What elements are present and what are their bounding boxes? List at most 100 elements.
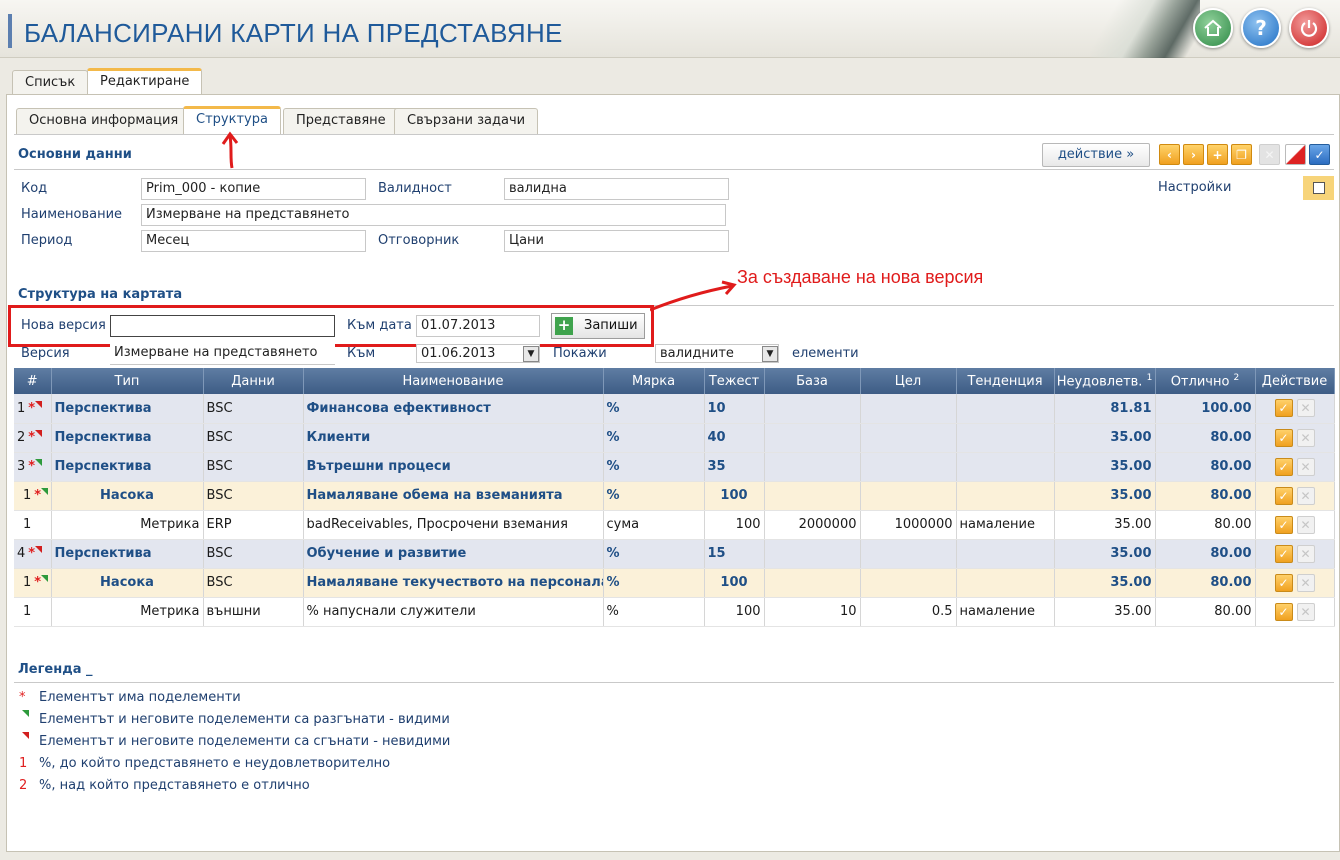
show-dropdown-arrow-icon[interactable]: ▼ [762, 346, 778, 362]
annotation-pointer-icon [650, 280, 737, 312]
code-field[interactable]: Prim_000 - копие [141, 178, 366, 200]
cell-type: Метрика [51, 597, 204, 627]
delete-icon[interactable]: ✕ [1296, 544, 1315, 563]
tab-list[interactable]: Списък [12, 70, 89, 96]
edit-icon[interactable]: ✓ [1274, 515, 1293, 534]
legend-text: Елементът и неговите поделементи са сгън… [39, 734, 451, 749]
edit-icon[interactable]: ✓ [1274, 428, 1293, 447]
settings-checkbox[interactable] [1313, 182, 1325, 194]
delete-icon[interactable]: ✕ [1296, 602, 1315, 621]
home-icon[interactable] [1193, 8, 1233, 48]
col-header-num[interactable]: # [14, 368, 52, 394]
col-header-data[interactable]: Данни [203, 368, 304, 394]
edit-icon[interactable]: ✓ [1274, 602, 1293, 621]
app-title: БАЛАНСИРАНИ КАРТИ НА ПРЕДСТАВЯНЕ [24, 18, 563, 48]
table-row[interactable]: 3 * Перспектива BSC Вътрешни процеси% 35 35.00… [14, 452, 1335, 482]
col-header-unit[interactable]: Мярка [603, 368, 705, 394]
add-icon[interactable]: + [1207, 144, 1228, 165]
green-flag-icon[interactable] [41, 575, 49, 582]
col-header-target[interactable]: Цел [860, 368, 957, 394]
red-flag-icon[interactable] [35, 400, 43, 408]
cell-excellent: 80.00 [1155, 597, 1256, 627]
cell-num: 1 * [14, 568, 52, 598]
help-icon[interactable]: ? [1241, 8, 1281, 48]
green-flag-icon[interactable] [35, 459, 43, 466]
copy-icon[interactable]: ❐ [1231, 144, 1252, 165]
cell-excellent: 80.00 [1155, 539, 1256, 569]
to-select[interactable]: 01.06.2013 [416, 344, 540, 363]
col-header-type[interactable]: Тип [51, 368, 204, 394]
col-header-name[interactable]: Наименование [303, 368, 604, 394]
subtab-performance[interactable]: Представяне [283, 108, 399, 134]
next-icon[interactable]: › [1183, 144, 1204, 165]
cell-type: Перспектива [51, 423, 204, 453]
subtab-basic-info[interactable]: Основна информация [16, 108, 192, 134]
delete-icon[interactable]: ✕ [1296, 428, 1315, 447]
cell-target: 1000000 [860, 510, 957, 540]
cell-name[interactable]: Вътрешни процеси [303, 452, 604, 482]
row-number: 1 [17, 400, 26, 416]
delete-icon[interactable]: ✕ [1296, 486, 1315, 505]
to-dropdown-arrow-icon[interactable]: ▼ [523, 346, 539, 362]
green-flag-icon[interactable] [41, 488, 49, 495]
col-header-weight[interactable]: Тежест [704, 368, 765, 394]
subtab-related-tasks[interactable]: Свързани задачи [394, 108, 539, 134]
col-header-unsatisfactory[interactable]: Неудовлетв. 1 [1054, 368, 1156, 394]
table-row[interactable]: 2 * Перспектива BSC Клиенти% 40 35.00 80.00 ✓ ✕ [14, 423, 1335, 453]
cell-name[interactable]: Обучение и развитие [303, 539, 604, 569]
legend-text: %, над който представянето е отлично [39, 778, 310, 793]
col-header-base[interactable]: База [764, 368, 861, 394]
delete-icon[interactable]: ✕ [1296, 573, 1315, 592]
edit-icon[interactable]: ✓ [1274, 573, 1293, 592]
show-select[interactable]: валидните [655, 344, 779, 363]
table-row[interactable]: 1 * Насока BSC Намаляване обема на вземаният… [14, 481, 1335, 511]
section-title-basic: Основни данни [18, 147, 132, 162]
power-icon[interactable] [1289, 8, 1329, 48]
table-row[interactable]: 1 * Перспектива BSC Финансова ефективност% 10… [14, 394, 1335, 424]
table-row[interactable]: 1 * Насока BSC Намаляване текучеството на пе… [14, 568, 1335, 598]
table-row[interactable]: 1 Метрика ERP badReceivables, Просрочени вз… [14, 510, 1335, 540]
col-header-trend[interactable]: Тенденция [956, 368, 1055, 394]
red-flag-icon[interactable] [35, 546, 43, 553]
col-header-excellent[interactable]: Отлично 2 [1155, 368, 1256, 394]
edit-icon[interactable]: ✓ [1274, 486, 1293, 505]
cell-target: 0.5 [860, 597, 957, 627]
table-row[interactable]: 1 Метрика външни% напуснали служители% 100 1… [14, 597, 1335, 627]
row-number: 1 [23, 517, 32, 532]
to-date-input[interactable]: 01.07.2013 [416, 315, 540, 337]
cancel-icon[interactable] [1285, 144, 1306, 165]
edit-icon[interactable]: ✓ [1274, 399, 1293, 418]
row-number: 1 [23, 604, 32, 619]
tab-edit[interactable]: Редактиране [87, 68, 203, 96]
new-version-input[interactable] [110, 315, 335, 337]
settings-toggle[interactable] [1303, 176, 1334, 200]
cell-name[interactable]: Финансова ефективност [303, 394, 604, 424]
save-button[interactable]: + Запиши [551, 313, 645, 339]
annotation-arrow-icon [221, 131, 239, 169]
name-field[interactable]: Измерване на представянето [141, 204, 726, 226]
edit-icon[interactable]: ✓ [1274, 544, 1293, 563]
edit-icon[interactable]: ✓ [1274, 457, 1293, 476]
delete-icon[interactable]: ✕ [1296, 457, 1315, 476]
confirm-icon[interactable]: ✓ [1309, 144, 1330, 165]
cell-name[interactable]: % напуснали служители [303, 597, 604, 627]
cell-type: Перспектива [51, 394, 204, 424]
action-button[interactable]: действие » [1042, 143, 1150, 167]
cell-name[interactable]: Намаляване обема на вземанията [303, 481, 604, 511]
table-row[interactable]: 4 * Перспектива BSC Обучение и развитие% 15 35… [14, 539, 1335, 569]
prev-icon[interactable]: ‹ [1159, 144, 1180, 165]
owner-field[interactable]: Цани [504, 230, 729, 252]
cell-base: 10 [764, 597, 861, 627]
period-field[interactable]: Месец [141, 230, 366, 252]
cell-data: BSC [203, 394, 304, 424]
delete-icon[interactable]: ✕ [1296, 399, 1315, 418]
version-select[interactable]: Измерване на представянето [110, 343, 335, 365]
section-title-structure: Структура на картата [18, 287, 183, 302]
cell-name[interactable]: Клиенти [303, 423, 604, 453]
cell-name[interactable]: Намаляване текучеството на персонала [303, 568, 604, 598]
delete-icon[interactable]: ✕ [1296, 515, 1315, 534]
cell-unit: % [603, 481, 705, 511]
red-flag-icon[interactable] [35, 430, 43, 437]
cell-name[interactable]: badReceivables, Просрочени вземания [303, 510, 604, 540]
validity-field[interactable]: валидна [504, 178, 729, 200]
